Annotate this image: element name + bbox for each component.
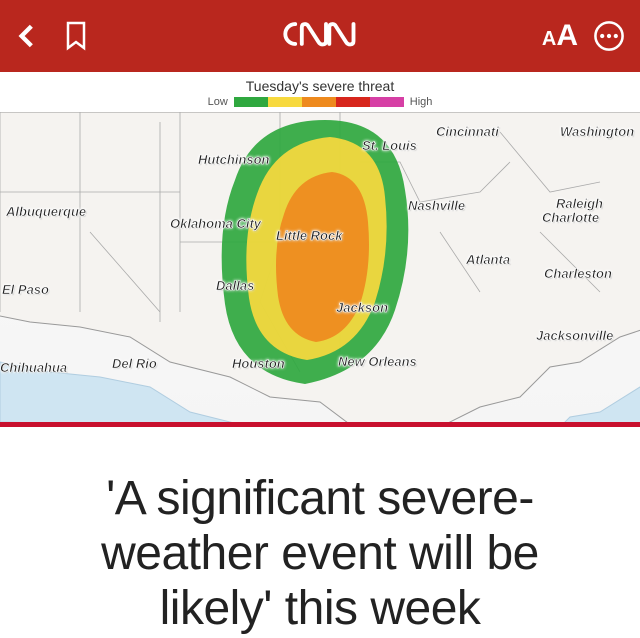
map-title: Tuesday's severe threat [0, 78, 640, 94]
chevron-left-icon [14, 23, 40, 49]
legend-seg [234, 97, 268, 107]
legend-low-label: Low [208, 96, 228, 108]
city-label: Raleigh [556, 196, 603, 211]
city-label: Atlanta [466, 252, 510, 267]
city-label: Jackson [336, 300, 388, 315]
bookmark-icon [64, 21, 88, 51]
article-area: 'A significant severe-weather event will… [0, 427, 640, 637]
legend-seg [336, 97, 370, 107]
text-size-large-icon: A [556, 19, 578, 53]
legend-seg [268, 97, 302, 107]
legend-seg [302, 97, 336, 107]
more-circle-icon [592, 19, 626, 53]
city-label: Albuquerque [6, 204, 86, 219]
city-label: Little Rock [276, 228, 342, 243]
text-size-button[interactable]: AA [542, 19, 578, 53]
city-label: Cincinnati [436, 124, 499, 139]
more-button[interactable] [592, 19, 626, 53]
city-label: Oklahoma City [170, 216, 261, 231]
city-label: Charlotte [542, 210, 599, 225]
map-section: Tuesday's severe threat Low High [0, 72, 640, 422]
legend-seg [370, 97, 404, 107]
legend-high-label: High [410, 96, 433, 108]
city-label: Washington [560, 124, 634, 139]
legend-bar [234, 97, 404, 107]
city-label: Houston [232, 356, 285, 371]
city-label: Hutchinson [198, 152, 270, 167]
back-button[interactable] [14, 23, 40, 49]
header-left [14, 21, 88, 51]
cnn-logo-icon [271, 12, 359, 56]
map-legend: Low High [0, 96, 640, 108]
city-label: Charleston [544, 266, 612, 281]
city-label: New Orleans [338, 354, 417, 369]
city-label: El Paso [2, 282, 49, 297]
header-right: AA [542, 19, 626, 53]
city-label: Chihuahua [0, 360, 67, 375]
city-label: Del Rio [112, 356, 157, 371]
map-canvas[interactable]: St. Louis Cincinnati Washington Hutchinson N… [0, 112, 640, 422]
bookmark-button[interactable] [64, 21, 88, 51]
app-header: AA [0, 0, 640, 72]
city-label: Nashville [408, 198, 465, 213]
city-label: Jacksonville [536, 328, 613, 343]
cnn-logo [271, 12, 359, 61]
text-size-small-icon: A [542, 28, 556, 51]
city-label: Dallas [216, 278, 254, 293]
article-headline: 'A significant severe-weather event will… [40, 471, 600, 637]
city-label: St. Louis [362, 138, 417, 153]
